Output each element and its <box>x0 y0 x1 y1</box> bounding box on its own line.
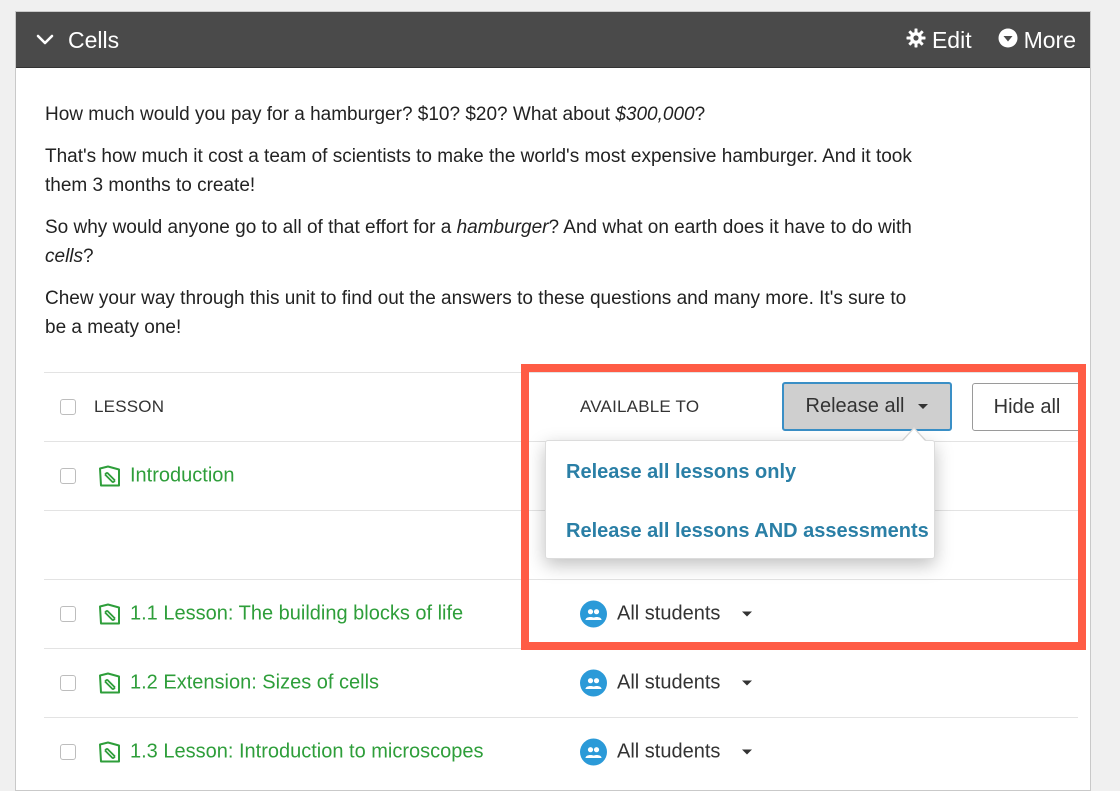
hide-all-button[interactable]: Hide all <box>972 383 1082 431</box>
lesson-title: Introduction <box>130 464 235 487</box>
availability-label: All students <box>617 740 721 763</box>
table-row: 1.1 Lesson: The building blocks of life … <box>44 579 1078 648</box>
available-to-column-header: AVAILABLE TO <box>580 397 700 416</box>
chevron-down-icon <box>36 34 54 46</box>
collapse-toggle[interactable]: Cells <box>36 12 119 68</box>
release-lessons-and-assessments-option[interactable]: Release all lessons AND assessments <box>566 520 929 543</box>
caret-down-icon <box>918 404 929 409</box>
lesson-link[interactable]: Introduction <box>98 465 235 488</box>
intro-paragraph: How much would you pay for a hamburger? … <box>45 104 706 125</box>
row-checkbox[interactable] <box>60 468 76 484</box>
panel-title: Cells <box>68 26 120 53</box>
lesson-title: 1.2 Extension: Sizes of cells <box>130 671 380 694</box>
caret-down-icon <box>742 680 753 686</box>
availability-dropdown[interactable]: All students <box>580 738 753 766</box>
caret-down-icon <box>742 749 753 755</box>
lesson-document-icon <box>98 465 122 487</box>
edit-label: Edit <box>931 26 972 53</box>
header-actions: Edit More <box>906 12 1076 68</box>
intro-paragraph: Chew your way through this unit to find … <box>45 287 907 339</box>
availability-label: All students <box>617 602 721 625</box>
lesson-document-icon <box>98 672 122 694</box>
availability-label: All students <box>617 671 721 694</box>
unit-description: How much would you pay for a hamburger? … <box>45 100 925 355</box>
lesson-link[interactable]: 1.2 Extension: Sizes of cells <box>98 672 379 695</box>
lesson-link[interactable]: 1.1 Lesson: The building blocks of life <box>98 603 463 626</box>
lesson-title: 1.1 Lesson: The building blocks of life <box>130 602 464 625</box>
lesson-column-header: LESSON <box>94 397 165 416</box>
more-label: More <box>1023 26 1076 53</box>
panel-header: Cells Edit More <box>16 12 1090 68</box>
lesson-link[interactable]: 1.3 Lesson: Introduction to microscopes <box>98 741 484 764</box>
group-icon <box>580 669 607 697</box>
edit-button[interactable]: Edit <box>906 27 972 54</box>
row-checkbox[interactable] <box>60 744 76 760</box>
availability-dropdown[interactable]: All students <box>580 669 753 697</box>
release-all-button[interactable]: Release all <box>782 382 952 431</box>
row-checkbox[interactable] <box>60 606 76 622</box>
lesson-document-icon <box>98 741 122 763</box>
gear-icon <box>906 27 926 54</box>
release-all-label: Release all <box>805 395 905 417</box>
intro-paragraph: So why would anyone go to all of that ef… <box>45 216 912 268</box>
more-button[interactable]: More <box>998 27 1076 54</box>
unit-panel: Cells Edit More How much would you pay f… <box>15 11 1091 791</box>
availability-dropdown[interactable]: All students <box>580 600 753 628</box>
table-row: 1.3 Lesson: Introduction to microscopes … <box>44 717 1078 786</box>
chevron-circle-down-icon <box>998 27 1018 54</box>
table-row: 1.2 Extension: Sizes of cells All studen… <box>44 648 1078 717</box>
lesson-title: 1.3 Lesson: Introduction to microscopes <box>130 740 484 763</box>
group-icon <box>580 738 607 766</box>
select-all-checkbox[interactable] <box>60 399 76 415</box>
lesson-document-icon <box>98 603 122 625</box>
release-lessons-only-option[interactable]: Release all lessons only <box>566 461 796 484</box>
caret-down-icon <box>742 611 753 617</box>
release-all-menu: Release all lessons only Release all les… <box>545 440 935 559</box>
group-icon <box>580 600 607 628</box>
intro-paragraph: That's how much it cost a team of scient… <box>45 145 912 197</box>
dropdown-arrow <box>903 429 925 441</box>
row-checkbox[interactable] <box>60 675 76 691</box>
